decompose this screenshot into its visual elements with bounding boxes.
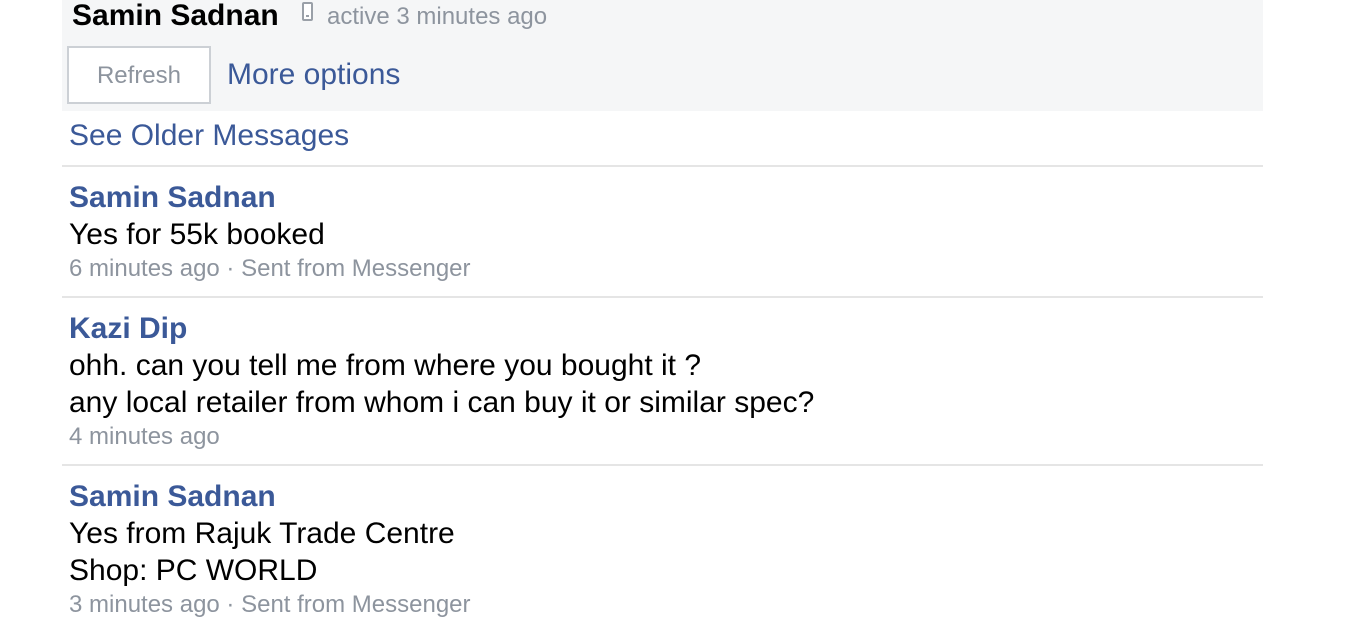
refresh-button[interactable]: Refresh — [67, 46, 211, 104]
message-item: Samin Sadnan Yes for 55k booked 6 minute… — [62, 167, 1263, 298]
message-item: Kazi Dip ohh. can you tell me from where… — [62, 298, 1263, 466]
message-text: ohh. can you tell me from where you boug… — [69, 349, 702, 382]
message-author[interactable]: Samin Sadnan — [69, 167, 1263, 216]
see-older-section: See Older Messages — [62, 111, 1263, 167]
message-text: Shop: PC WORLD — [69, 554, 318, 587]
conversation-panel: Samin Sadnan active 3 minutes ago Refres… — [62, 0, 1263, 636]
message-author[interactable]: Kazi Dip — [69, 298, 1263, 347]
message-author[interactable]: Samin Sadnan — [69, 466, 1263, 515]
message-text: any local retailer from whom i can buy i… — [69, 386, 815, 419]
contact-name[interactable]: Samin Sadnan — [72, 0, 279, 32]
more-options-link[interactable]: More options — [227, 58, 400, 92]
conversation-header: Samin Sadnan active 3 minutes ago Refres… — [62, 0, 1263, 111]
message-text: Yes from Rajuk Trade Centre — [69, 517, 455, 550]
message-meta: 6 minutes ago · Sent from Messenger — [69, 255, 471, 282]
see-older-messages-link[interactable]: See Older Messages — [69, 119, 349, 153]
message-meta: 3 minutes ago · Sent from Messenger — [69, 591, 471, 618]
active-status: active 3 minutes ago — [327, 3, 548, 30]
message-meta: 4 minutes ago — [69, 423, 220, 450]
message-text: Yes for 55k booked — [69, 218, 325, 251]
mobile-phone-icon — [302, 2, 313, 21]
message-item: Samin Sadnan Yes from Rajuk Trade Centre… — [62, 466, 1263, 636]
